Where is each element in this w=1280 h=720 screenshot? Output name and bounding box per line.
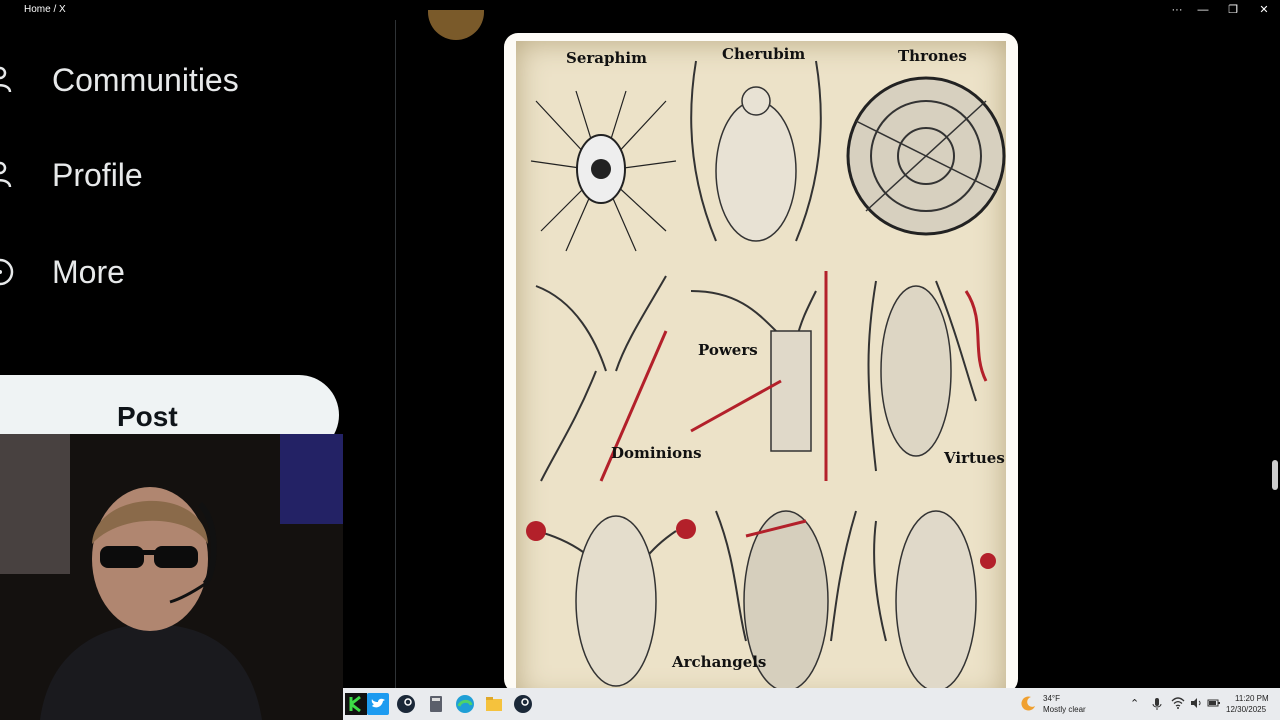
sidebar-item-more[interactable]: More [0,244,380,304]
steam-taskbar-icon[interactable] [395,693,417,715]
steam-running-taskbar-icon[interactable] [512,693,534,715]
label-dominions: Dominions [611,444,702,462]
calculator-taskbar-icon[interactable] [425,693,447,715]
calculator-icon [430,696,442,712]
post-image[interactable]: Seraphim Cherubim Thrones Powers Dominio… [504,33,1018,693]
title-bar: Home / X ··· — ❐ ✕ [0,0,1280,20]
chevron-up-icon[interactable]: ⌃ [1130,697,1139,710]
battery-icon[interactable] [1207,697,1221,709]
label-virtues: Virtues [944,449,1005,467]
edge-icon [456,695,474,713]
bird-icon [371,698,385,708]
steam-icon [514,695,532,713]
sidebar-item-label: More [52,254,125,290]
label-archangels: Archangels [672,653,767,671]
sidebar-item-profile[interactable]: Profile [0,147,380,207]
moon-weather-icon[interactable] [1021,695,1037,711]
clock-time[interactable]: 11:20 PM [1235,694,1269,703]
window-title: Home / X [24,4,66,15]
taskbar: 34°F Mostly clear ⌃ 11:20 PM 12/30/2025 [343,688,1280,720]
minimize-button[interactable]: — [1192,2,1214,18]
wifi-icon[interactable] [1171,697,1185,709]
app-k-icon [349,695,361,713]
angel-hierarchy-illustration: Seraphim Cherubim Thrones Powers Dominio… [516,41,1006,693]
sidebar-item-label: Profile [52,157,143,193]
sidebar-item-communities[interactable]: Communities [0,52,380,112]
label-thrones: Thrones [898,47,967,65]
post-button-label: Post [117,401,178,432]
close-button[interactable]: ✕ [1253,2,1275,18]
more-options-icon[interactable]: ··· [1166,2,1188,18]
folder-icon [486,697,502,711]
weather-desc[interactable]: Mostly clear [1043,705,1086,714]
restore-button[interactable]: ❐ [1222,2,1244,18]
clock-date[interactable]: 12/30/2025 [1226,705,1266,714]
sidebar-item-label: Communities [52,62,239,98]
weather-temp[interactable]: 34°F [1043,694,1060,703]
label-cherubim: Cherubim [722,45,806,63]
volume-icon[interactable] [1190,697,1204,709]
edge-taskbar-icon[interactable] [454,693,476,715]
more-circle-icon [0,258,14,286]
label-seraphim: Seraphim [566,49,647,67]
scrollbar-thumb[interactable] [1272,460,1278,490]
twitter-taskbar-icon[interactable] [367,693,389,715]
people-icon [0,66,12,93]
angel-drawings [526,60,1006,692]
label-powers: Powers [698,341,758,359]
microphone-icon[interactable] [1151,697,1163,711]
webcam-person-image [0,434,343,720]
steam-icon [397,695,415,713]
scrollbar[interactable] [1270,20,1280,688]
person-icon [0,161,12,188]
file-explorer-taskbar-icon[interactable] [483,693,505,715]
app-icon-green[interactable] [345,693,367,715]
webcam-overlay [0,434,343,720]
